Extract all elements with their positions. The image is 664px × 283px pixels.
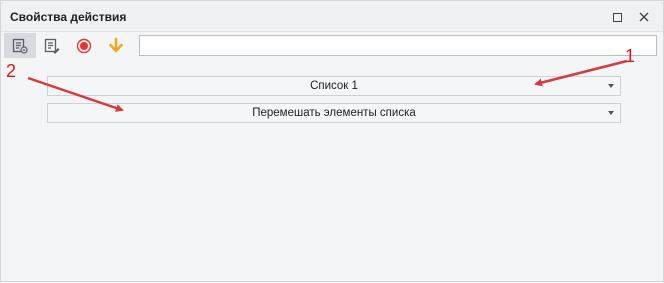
maximize-button[interactable] xyxy=(606,6,628,28)
search-input[interactable] xyxy=(139,35,657,56)
toolbar xyxy=(1,32,663,59)
edit-action-icon xyxy=(44,38,60,54)
record-icon xyxy=(76,38,92,53)
edit-action-button[interactable] xyxy=(36,33,68,58)
download-arrow-icon xyxy=(109,37,123,52)
close-icon xyxy=(639,12,649,22)
operation-select-value: Перемешать элементы списка xyxy=(252,107,416,119)
record-button[interactable] xyxy=(68,33,100,58)
annotation-marker-2: 2 xyxy=(6,61,17,81)
action-properties-button[interactable] xyxy=(4,33,36,58)
title-bar: Свойства действия xyxy=(1,1,663,32)
action-properties-icon xyxy=(12,38,28,54)
window-title: Свойства действия xyxy=(10,10,127,24)
list-select-dropdown[interactable]: Список 1 xyxy=(47,76,621,96)
chevron-down-icon xyxy=(608,84,614,88)
annotation-marker-1: 1 xyxy=(625,46,636,66)
maximize-icon xyxy=(612,12,622,22)
close-button[interactable] xyxy=(633,6,655,28)
action-properties-window: Свойства действия Список 1 Перемешать эл… xyxy=(0,0,664,282)
download-button[interactable] xyxy=(100,33,132,58)
operation-select-dropdown[interactable]: Перемешать элементы списка xyxy=(47,103,621,123)
list-select-value: Список 1 xyxy=(310,80,358,92)
chevron-down-icon xyxy=(608,111,614,115)
